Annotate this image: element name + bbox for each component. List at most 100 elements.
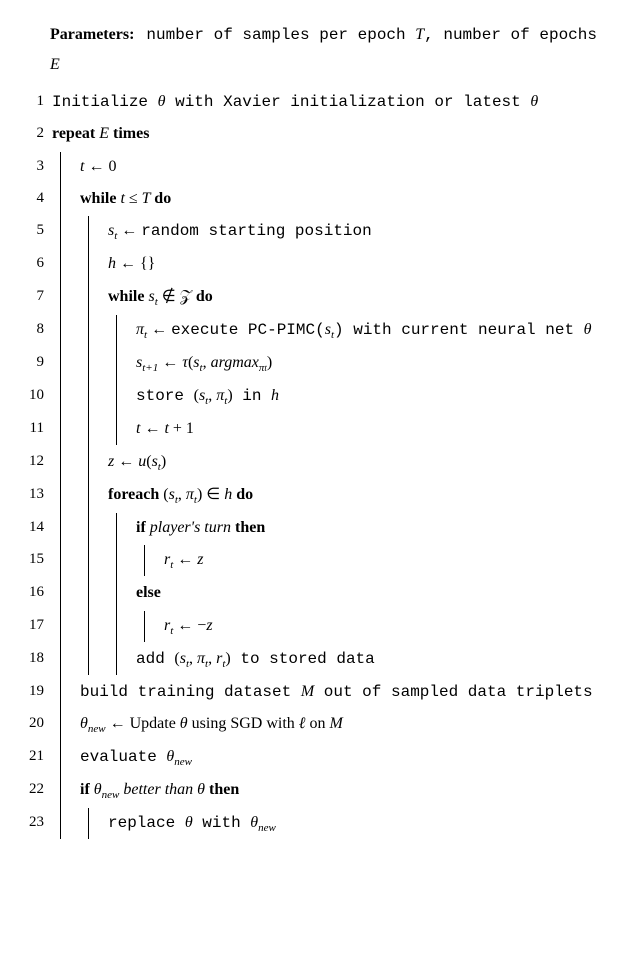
sub-new: new (102, 789, 120, 801)
argmax: argmax (211, 354, 259, 371)
text: on (305, 715, 329, 732)
line-number: 4 (18, 184, 52, 213)
if-replace-block: 23 replace θ with θnew (18, 808, 602, 839)
kw-times: times (113, 125, 149, 142)
algo-line: 12 z ← u(st) (18, 447, 602, 478)
paren: ) (334, 321, 344, 339)
paren: ( (159, 486, 168, 503)
algo-line: 6 h ← {} (18, 249, 602, 279)
line-number: 17 (18, 611, 52, 640)
assign: ← 0 (84, 158, 116, 175)
text: in (233, 387, 271, 405)
arrow: ← (106, 715, 130, 732)
plus1: + 1 (169, 420, 194, 437)
text: build training dataset (80, 683, 301, 701)
arrow: ← − (173, 617, 206, 634)
sub-t1: t+1 (142, 362, 158, 374)
theta-new: θ (90, 781, 102, 798)
var-pit: π (186, 486, 194, 503)
arrow: ← (147, 321, 171, 338)
algo-line: 13 foreach (st, πt) ∈ h do (18, 480, 602, 511)
params-label: Parameters: (50, 26, 134, 43)
algo-line: 19 build training dataset M out of sampl… (18, 677, 602, 707)
if-block: 15 rt ← z (18, 545, 602, 576)
algo-line: 5 st ← random starting position (18, 216, 602, 247)
while-Z-block: 8 πt ← execute PC-PIMC(st) with current … (18, 315, 602, 445)
parameters-line: Parameters: number of samples per epoch … (50, 20, 602, 81)
text: to stored data (231, 650, 375, 668)
sub-new: new (258, 823, 276, 835)
theta-new: θ (80, 715, 88, 732)
text: with (193, 814, 251, 832)
text: with Xavier initialization or latest (165, 93, 530, 111)
algo-line: 11 t ← t + 1 (18, 414, 602, 444)
line-number: 23 (18, 808, 52, 837)
params-text2: , number of epochs (424, 26, 597, 44)
kw-then: then (209, 781, 239, 798)
line-number: 19 (18, 677, 52, 706)
var-E: E (95, 125, 113, 142)
algo-line: 18 add (st, πt, rt) to stored data (18, 644, 602, 675)
text: out of sampled data triplets (314, 683, 592, 701)
algo-line: 16 else (18, 578, 602, 608)
var-pit: π (197, 650, 205, 667)
comma: , (178, 486, 186, 503)
theta: θ (197, 781, 205, 798)
text: Update (130, 715, 180, 732)
theta: θ (185, 814, 193, 831)
in-h: ) ∈ (197, 486, 224, 503)
line-number: 14 (18, 513, 52, 542)
line-number: 7 (18, 282, 52, 311)
text: using SGD with (188, 715, 299, 732)
line-number: 2 (18, 119, 52, 148)
line-number: 16 (18, 578, 52, 607)
var-T: T (415, 26, 424, 43)
kw-if: if (80, 781, 90, 798)
text: evaluate (80, 748, 166, 766)
algorithm-block: Parameters: number of samples per epoch … (10, 20, 602, 839)
kw-then: then (235, 519, 265, 536)
algo-line: 4 while t ≤ T do (18, 184, 602, 214)
line-number: 9 (18, 348, 52, 377)
theta-new: θ (250, 814, 258, 831)
kw-if: if (136, 519, 146, 536)
algo-line: 14 if player's turn then (18, 513, 602, 543)
line-number: 11 (18, 414, 52, 443)
text: Initialize (52, 93, 158, 111)
kw-do: do (236, 486, 253, 503)
line-number: 10 (18, 381, 52, 410)
text: better than (119, 781, 197, 798)
text: with current neural net (344, 321, 584, 339)
var-M: M (329, 715, 342, 732)
line-number: 12 (18, 447, 52, 476)
theta: θ (180, 715, 188, 732)
theta: θ (530, 93, 538, 110)
paren: ) (267, 354, 272, 371)
line-number: 15 (18, 545, 52, 574)
arrow: ← (114, 453, 138, 470)
algo-line: 21 evaluate θnew (18, 742, 602, 773)
line-number: 22 (18, 775, 52, 804)
var-E: E (50, 56, 60, 73)
var-M: M (301, 683, 314, 700)
algo-line: 1 Initialize θ with Xavier initializatio… (18, 87, 602, 117)
text: random starting position (141, 222, 371, 240)
line-number: 20 (18, 709, 52, 738)
algo-line: 22 if θnew better than θ then (18, 775, 602, 806)
text: store (136, 387, 194, 405)
repeat-block: 3 t ← 0 4 while t ≤ T do 5 st ← random s… (18, 152, 602, 840)
arrow: ← (140, 420, 164, 437)
cond: player's turn (146, 519, 235, 536)
line-number: 21 (18, 742, 52, 771)
assign: ← {} (116, 255, 155, 272)
kw-do: do (196, 288, 213, 305)
comma: , (208, 650, 216, 667)
var-pit: π (136, 321, 144, 338)
algo-line: 8 πt ← execute PC-PIMC(st) with current … (18, 315, 602, 346)
algo-line: 9 st+1 ← τ(st, argmaxπt) (18, 348, 602, 379)
paren: ) (161, 453, 166, 470)
fn-name: PC-PIMC( (248, 321, 325, 339)
algo-line: 23 replace θ with θnew (18, 808, 602, 839)
while-T-block: 5 st ← random starting position 6 h ← {}… (18, 216, 602, 674)
sub-new: new (174, 756, 192, 768)
